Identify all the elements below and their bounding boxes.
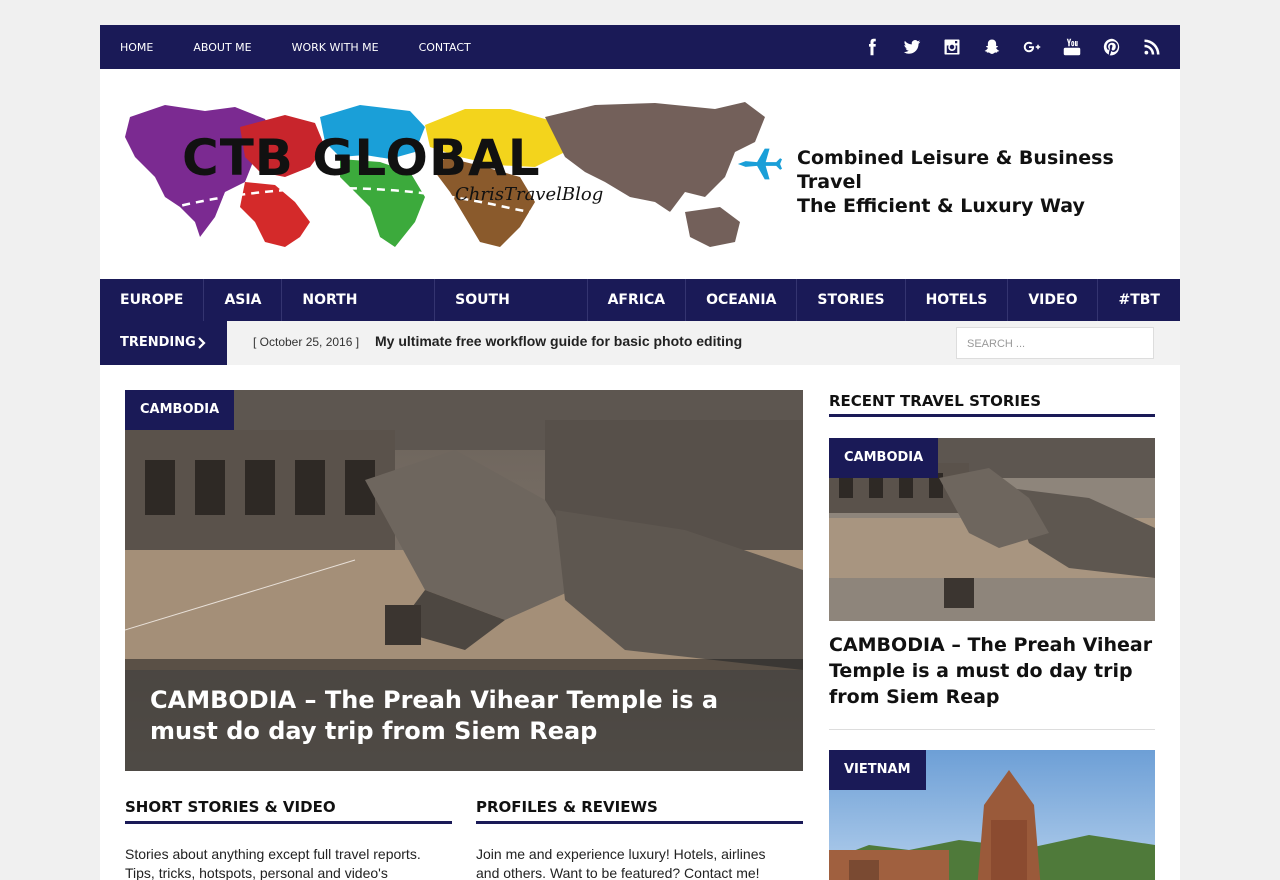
- nav-work-with-me[interactable]: WORK WITH ME: [292, 41, 379, 54]
- featured-category-badge[interactable]: CAMBODIA: [125, 390, 235, 430]
- nav-tbt[interactable]: #TBT: [1098, 279, 1180, 321]
- profiles-reviews-heading[interactable]: PROFILES & REVIEWS: [476, 798, 658, 816]
- twitter-icon[interactable]: [892, 38, 932, 56]
- facebook-icon[interactable]: [852, 38, 892, 56]
- nav-home[interactable]: HOME: [120, 41, 153, 54]
- nav-asia[interactable]: ASIA: [204, 279, 283, 321]
- snapchat-icon[interactable]: [972, 38, 1012, 56]
- recent-story-card[interactable]: VIETNAM: [829, 750, 1155, 880]
- recent-story-category-badge[interactable]: CAMBODIA: [829, 438, 939, 478]
- google-plus-icon[interactable]: [1012, 38, 1052, 56]
- nav-video[interactable]: VIDEO: [1008, 279, 1099, 321]
- logo-title: CTB GLOBAL: [182, 129, 541, 187]
- nav-europe[interactable]: EUROPE: [100, 279, 205, 321]
- recent-story-category-badge[interactable]: VIETNAM: [829, 750, 926, 790]
- sidebar-divider: [829, 414, 1155, 417]
- main-nav: EUROPE ASIA NORTH AMERICA SOUTH AMERICA …: [100, 279, 1180, 350]
- tagline-line-1: Combined Leisure & Business Travel: [797, 147, 1114, 193]
- short-stories-divider: [125, 821, 452, 824]
- featured-post-title[interactable]: CAMBODIA – The Preah Vihear Temple is a …: [150, 685, 780, 747]
- nav-contact[interactable]: CONTACT: [419, 41, 471, 54]
- trending-bar: TRENDING [ October 25, 2016 ] My ultimat…: [100, 321, 1180, 365]
- tagline-line-2: The Efficient & Luxury Way: [797, 195, 1085, 217]
- profiles-reviews-divider: [476, 821, 803, 824]
- nav-stories[interactable]: STORIES: [797, 279, 906, 321]
- sidebar-heading: RECENT TRAVEL STORIES: [829, 392, 1042, 410]
- trending-post-link[interactable]: My ultimate free workflow guide for basi…: [375, 333, 742, 349]
- pinterest-icon[interactable]: [1092, 38, 1132, 56]
- top-nav: HOME ABOUT ME WORK WITH ME CONTACT: [120, 25, 511, 69]
- trending-label-text: TRENDING: [120, 335, 196, 350]
- airplane-icon: [737, 148, 782, 180]
- logo-subtitle: ChrisTravelBlog: [455, 184, 604, 205]
- rss-icon[interactable]: [1132, 38, 1172, 56]
- top-bar: HOME ABOUT ME WORK WITH ME CONTACT: [100, 25, 1180, 69]
- tagline: Combined Leisure & Business Travel The E…: [797, 146, 1180, 218]
- nav-oceania[interactable]: OCEANIA: [686, 279, 798, 321]
- recent-story-card[interactable]: CAMBODIA: [829, 438, 1155, 621]
- trending-date: [ October 25, 2016 ]: [253, 335, 360, 349]
- chevron-right-icon: [198, 337, 206, 349]
- youtube-icon[interactable]: [1052, 38, 1092, 56]
- recent-story-title[interactable]: CAMBODIA – The Preah Vihear Temple is a …: [829, 632, 1155, 710]
- nav-north-america[interactable]: NORTH AMERICA: [282, 279, 436, 350]
- short-stories-description: Stories about anything except full trave…: [125, 846, 421, 880]
- featured-post[interactable]: CAMBODIA CAMBODIA – The Preah Vihear Tem…: [125, 390, 803, 771]
- profiles-reviews-description: Join me and experience luxury! Hotels, a…: [476, 846, 766, 880]
- nav-africa[interactable]: AFRICA: [588, 279, 687, 321]
- trending-label: TRENDING: [100, 321, 227, 365]
- site-header: CTB GLOBAL ChrisTravelBlog Combined Leis…: [100, 69, 1180, 279]
- social-links: [852, 25, 1172, 69]
- search-input[interactable]: SEARCH ...: [956, 327, 1154, 359]
- nav-south-america[interactable]: SOUTH AMERICA: [435, 279, 588, 350]
- instagram-icon[interactable]: [932, 38, 972, 56]
- nav-hotels[interactable]: HOTELS: [906, 279, 1009, 321]
- nav-about-me[interactable]: ABOUT ME: [193, 41, 251, 54]
- page-container: HOME ABOUT ME WORK WITH ME CONTACT CTB G…: [100, 25, 1180, 880]
- recent-story-divider: [829, 729, 1155, 730]
- short-stories-heading[interactable]: SHORT STORIES & VIDEO: [125, 798, 336, 816]
